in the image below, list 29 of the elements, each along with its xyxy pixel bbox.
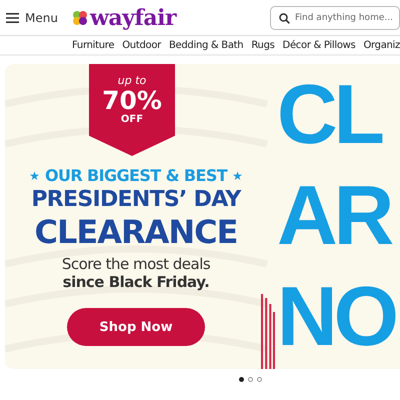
search-field[interactable]: Find anything home...	[270, 6, 400, 30]
nav-link[interactable]: Furniture	[72, 40, 114, 50]
pinwheel-icon	[72, 10, 88, 26]
big-letters: NO	[277, 268, 395, 365]
nav-link[interactable]: Outdoor	[122, 40, 161, 50]
big-letters: AR	[277, 167, 392, 264]
star-icon: ★	[232, 168, 243, 182]
logo-link[interactable]: wayfair	[72, 4, 176, 30]
big-letters: CL	[277, 66, 382, 163]
headline-text: CLEARANCE	[33, 215, 239, 249]
discount-amount: 70%	[102, 87, 162, 114]
carousel-dot[interactable]	[248, 377, 252, 382]
badge-text: OFF	[120, 114, 144, 125]
star-icon: ★	[29, 168, 40, 182]
nav-link[interactable]: Décor & Pillows	[282, 40, 356, 50]
headline-text: PRESIDENTS’ DAY	[31, 186, 241, 214]
nav-link[interactable]: Organiz	[363, 40, 400, 50]
subtitle-text: Score the most deals	[62, 255, 210, 273]
eyebrow-text: OUR BIGGEST & BEST	[44, 166, 228, 185]
search-icon	[279, 12, 290, 24]
subtitle-text: since Black Friday.	[62, 273, 210, 291]
carousel-dot[interactable]	[238, 377, 244, 382]
badge-text: up to	[118, 74, 146, 87]
carousel-dot[interactable]	[256, 377, 262, 382]
nav-link[interactable]: Bedding & Bath	[168, 40, 244, 50]
menu-button[interactable]: Menu	[6, 10, 58, 24]
shop-now-button[interactable]: Shop Now	[67, 308, 205, 346]
nav-link[interactable]: Rugs	[251, 40, 275, 50]
menu-icon	[6, 12, 19, 22]
